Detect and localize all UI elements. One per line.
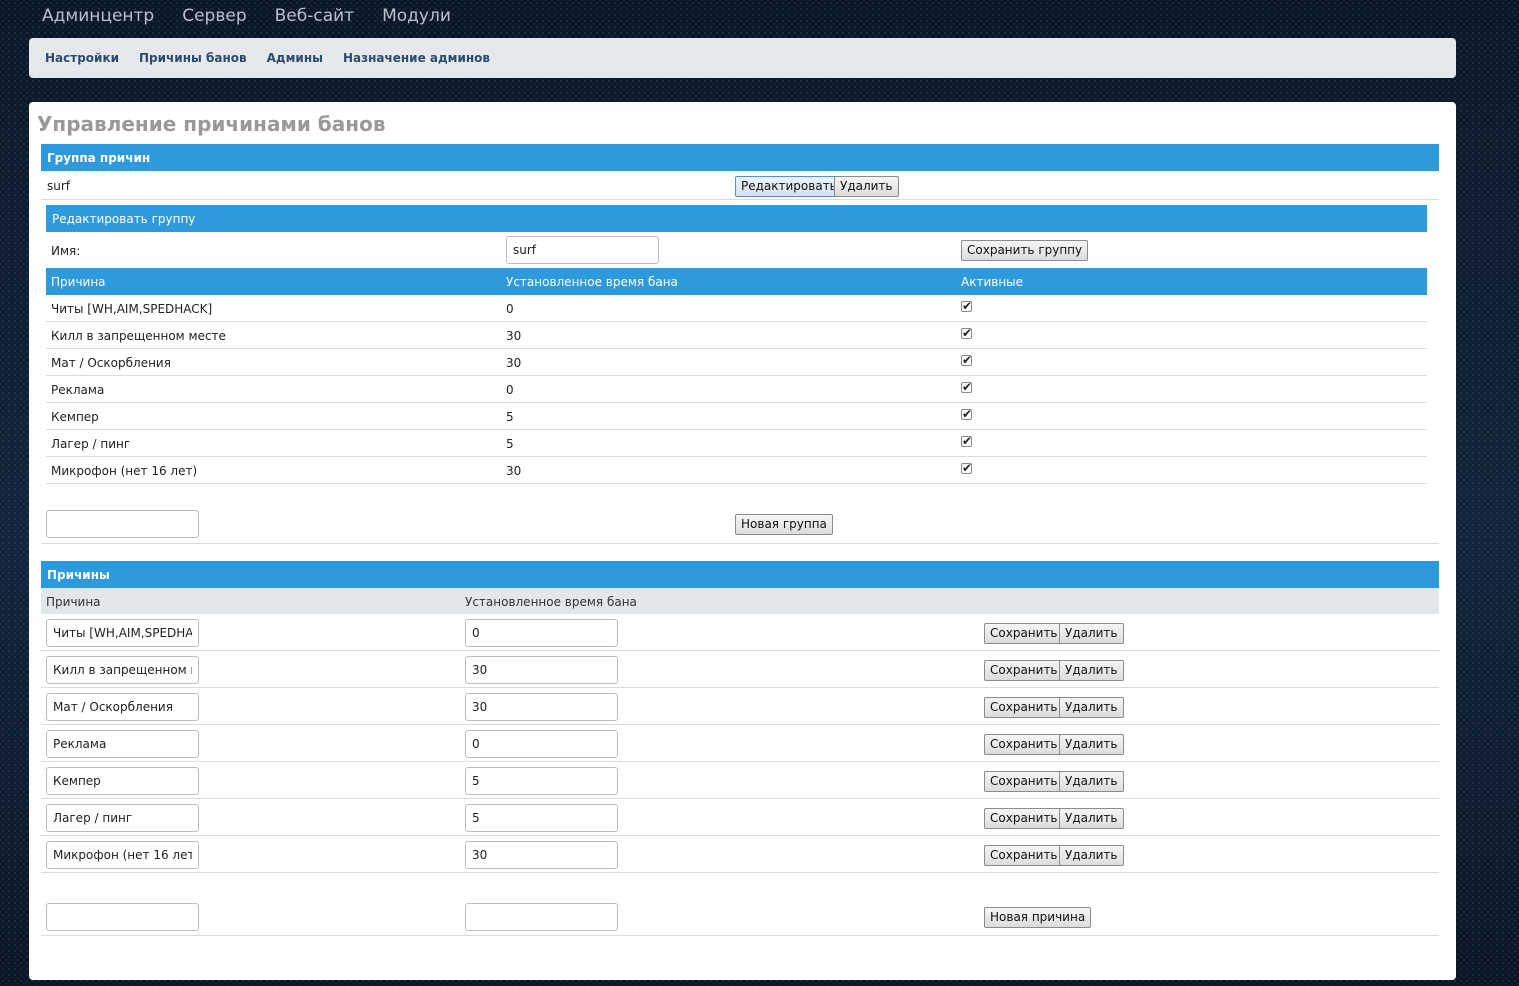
group-reason-text: Мат / Оскорбления [51,356,171,370]
group-reason-time: 0 [506,302,514,316]
group-reason-text: Читы [WH,AIM,SPEDHACK] [51,302,213,316]
group-reason-time: 30 [506,464,522,478]
group-reason-text: Килл в запрещенном месте [51,329,226,343]
group-name-input[interactable] [506,236,659,264]
main-panel: Управление причинами банов Группа причин… [29,102,1456,980]
name-label: Имя: [51,244,81,258]
topnav-modules[interactable]: Модули [382,4,451,30]
subnav-admins[interactable]: Админы [267,51,323,65]
edit-group-name-row: Имя: [46,232,1427,268]
group-reason-row: Реклама 0 ✔ [46,376,1427,403]
reasons-col-reason: Причина [46,595,101,609]
time-input[interactable] [465,841,618,869]
reasons-section-header: Причины [41,561,1439,588]
reasons-col-ban-time: Установленное время бана [465,595,637,609]
reason-row [41,762,1439,799]
topnav-admincenter[interactable]: Админцентр [42,4,154,30]
reason-input[interactable] [46,767,199,795]
new-group-input[interactable] [46,510,199,538]
sub-nav: Настройки Причины банов Админы Назначени… [29,38,1456,78]
save-reason-button[interactable]: Сохранить [984,808,1064,829]
reasons-columns: Причина Установленное время бана [41,588,1439,614]
col-ban-time: Установленное время бана [506,275,678,289]
delete-reason-button[interactable]: Удалить [1059,845,1124,866]
reason-input[interactable] [46,619,199,647]
group-name: surf [47,179,71,193]
top-nav: Админцентр Сервер Веб-сайт Модули [42,4,479,30]
reason-row [41,836,1439,873]
reason-row [41,725,1439,762]
active-checkbox[interactable]: ✔ [961,300,972,312]
delete-reason-button[interactable]: Удалить [1059,660,1124,681]
new-group-button[interactable]: Новая группа [735,514,833,535]
active-checkbox[interactable]: ✔ [961,462,972,474]
time-input[interactable] [465,693,618,721]
group-reason-row: Килл в запрещенном месте 30 ✔ [46,322,1427,349]
group-reason-text: Лагер / пинг [51,437,131,451]
topnav-website[interactable]: Веб-сайт [275,4,354,30]
delete-reason-button[interactable]: Удалить [1059,771,1124,792]
group-reason-time: 30 [506,329,522,343]
edit-group-button[interactable]: Редактировать [735,176,843,197]
group-reason-text: Реклама [51,383,105,397]
delete-reason-button[interactable]: Удалить [1059,623,1124,644]
reason-row [41,651,1439,688]
page-title: Управление причинами банов [37,112,386,136]
topnav-server[interactable]: Сервер [182,4,246,30]
reason-input[interactable] [46,841,199,869]
reason-row [41,614,1439,651]
active-checkbox[interactable]: ✔ [961,381,972,393]
active-checkbox[interactable]: ✔ [961,354,972,366]
subnav-ban-reasons[interactable]: Причины банов [139,51,247,65]
save-reason-button[interactable]: Сохранить [984,697,1064,718]
new-reason-input[interactable] [46,903,199,931]
save-reason-button[interactable]: Сохранить [984,623,1064,644]
reason-row [41,688,1439,725]
delete-reason-button[interactable]: Удалить [1059,697,1124,718]
group-reason-row: Кемпер 5 ✔ [46,403,1427,430]
subnav-settings[interactable]: Настройки [45,51,119,65]
group-reason-text: Кемпер [51,410,99,424]
save-reason-button[interactable]: Сохранить [984,771,1064,792]
delete-reason-button[interactable]: Удалить [1059,734,1124,755]
time-input[interactable] [465,656,618,684]
group-reason-row: Микрофон (нет 16 лет) 30 ✔ [46,457,1427,484]
edit-group-columns: Причина Установленное время бана Активны… [46,268,1427,295]
delete-group-button[interactable]: Удалить [834,176,899,197]
new-time-input[interactable] [465,903,618,931]
active-checkbox[interactable]: ✔ [961,435,972,447]
reason-row [41,799,1439,836]
reason-input[interactable] [46,804,199,832]
group-reason-time: 30 [506,356,522,370]
group-reason-row: Лагер / пинг 5 ✔ [46,430,1427,457]
time-input[interactable] [465,804,618,832]
save-reason-button[interactable]: Сохранить [984,660,1064,681]
new-reason-button[interactable]: Новая причина [984,907,1092,928]
group-reason-row: Читы [WH,AIM,SPEDHACK] 0 ✔ [46,295,1427,322]
group-reason-time: 0 [506,383,514,397]
time-input[interactable] [465,619,618,647]
group-section-header: Группа причин [41,144,1439,171]
save-reason-button[interactable]: Сохранить [984,734,1064,755]
group-reason-text: Микрофон (нет 16 лет) [51,464,198,478]
group-reason-time: 5 [506,437,514,451]
group-reason-row: Мат / Оскорбления 30 ✔ [46,349,1427,376]
col-active: Активные [961,275,1024,289]
reason-input[interactable] [46,656,199,684]
group-reason-time: 5 [506,410,514,424]
time-input[interactable] [465,767,618,795]
reason-input[interactable] [46,730,199,758]
reason-input[interactable] [46,693,199,721]
col-reason: Причина [51,275,106,289]
save-reason-button[interactable]: Сохранить [984,845,1064,866]
delete-reason-button[interactable]: Удалить [1059,808,1124,829]
new-reason-row [41,873,1439,936]
active-checkbox[interactable]: ✔ [961,327,972,339]
subnav-admin-assignment[interactable]: Назначение админов [343,51,490,65]
save-group-button[interactable]: Сохранить группу [961,240,1089,261]
active-checkbox[interactable]: ✔ [961,408,972,420]
time-input[interactable] [465,730,618,758]
edit-group-header: Редактировать группу [46,205,1427,232]
